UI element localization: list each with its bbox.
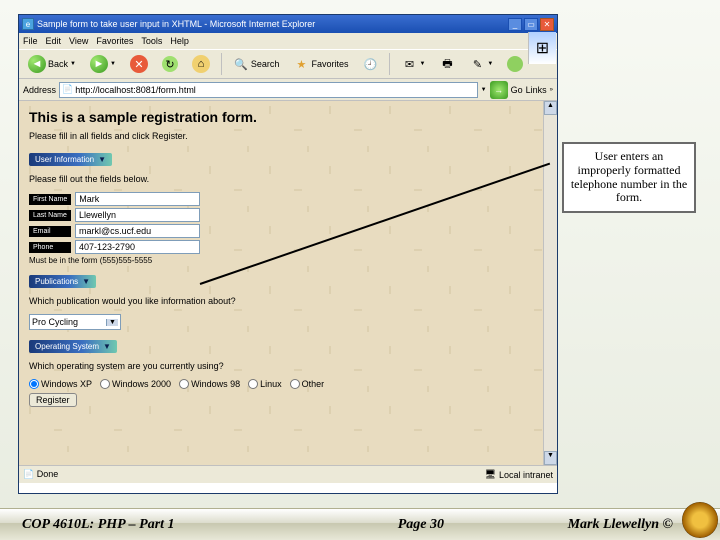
label-email: Email <box>29 226 71 237</box>
vertical-scrollbar[interactable]: ▲ ▼ <box>543 101 557 465</box>
address-url: http://localhost:8081/form.html <box>75 85 196 95</box>
os-radio-linux[interactable]: Linux <box>248 379 282 389</box>
refresh-button[interactable]: ↻ <box>157 53 183 75</box>
ucf-logo-icon <box>682 502 718 538</box>
publication-question: Which publication would you like informa… <box>29 296 547 306</box>
print-button[interactable]: 🖶 <box>434 53 460 75</box>
menu-view[interactable]: View <box>69 36 88 46</box>
register-button[interactable]: Register <box>29 393 77 407</box>
os-radio-98[interactable]: Windows 98 <box>179 379 240 389</box>
label-first-name: First Name <box>29 194 71 205</box>
titlebar: e Sample form to take user input in XHTM… <box>19 15 557 33</box>
search-button[interactable]: 🔍Search <box>228 53 285 75</box>
page-icon: 📄 <box>62 84 73 95</box>
links-expand-icon[interactable]: » <box>550 87 553 93</box>
favorites-button[interactable]: ★Favorites <box>288 53 353 75</box>
scroll-up-icon[interactable]: ▲ <box>544 101 557 115</box>
menubar: File Edit View Favorites Tools Help ⊞ <box>19 33 557 49</box>
window-title: Sample form to take user input in XHTML … <box>37 19 508 29</box>
status-right: 🖥Local intranet <box>485 469 553 480</box>
content-area: This is a sample registration form. Plea… <box>19 101 557 465</box>
page-body: This is a sample registration form. Plea… <box>19 101 557 465</box>
home-button[interactable]: ⌂ <box>187 52 215 76</box>
section-user-info: User Information▼ <box>29 153 112 166</box>
minimize-button[interactable]: _ <box>508 18 522 31</box>
address-label: Address <box>23 85 56 95</box>
page-heading: This is a sample registration form. <box>29 109 547 125</box>
go-button[interactable]: → <box>490 81 508 99</box>
annotation-callout: User enters an improperly formatted tele… <box>562 142 696 213</box>
section-os: Operating System▼ <box>29 340 117 353</box>
os-radio-xp[interactable]: Windows XP <box>29 379 92 389</box>
go-label: Go <box>511 85 523 95</box>
done-icon: 📄 <box>23 469 34 479</box>
address-bar: Address 📄 http://localhost:8081/form.htm… <box>19 79 557 101</box>
windows-logo-icon: ⊞ <box>528 32 556 64</box>
fill-hint: Please fill out the fields below. <box>29 174 547 184</box>
maximize-button[interactable]: ▭ <box>524 18 538 31</box>
slide-footer: COP 4610L: PHP – Part 1 Page 30 Mark Lle… <box>0 508 720 540</box>
label-phone: Phone <box>29 242 71 253</box>
footer-left: COP 4610L: PHP – Part 1 <box>0 517 321 533</box>
chevron-down-icon: ▼ <box>103 342 111 351</box>
os-radio-other[interactable]: Other <box>290 379 325 389</box>
menu-help[interactable]: Help <box>170 36 189 46</box>
close-button[interactable]: ✕ <box>540 18 554 31</box>
links-label[interactable]: Links <box>526 85 547 95</box>
menu-edit[interactable]: Edit <box>46 36 62 46</box>
address-dropdown-icon[interactable]: ▼ <box>481 87 487 93</box>
menu-tools[interactable]: Tools <box>141 36 162 46</box>
history-button[interactable]: 🕘 <box>357 53 383 75</box>
email-input[interactable] <box>75 224 200 238</box>
forward-button[interactable]: ►▼ <box>85 52 121 76</box>
last-name-input[interactable] <box>75 208 200 222</box>
chevron-down-icon: ▼ <box>98 155 106 164</box>
first-name-input[interactable] <box>75 192 200 206</box>
zone-icon: 🖥 <box>485 469 496 480</box>
chevron-down-icon: ▼ <box>82 277 90 286</box>
phone-format-hint: Must be in the form (555)555-5555 <box>29 256 547 265</box>
stop-button[interactable]: ✕ <box>125 52 153 76</box>
os-radio-2000[interactable]: Windows 2000 <box>100 379 171 389</box>
back-button[interactable]: ◄Back▼ <box>23 52 81 76</box>
status-left: 📄 Done <box>23 469 58 480</box>
footer-mid: Page 30 <box>321 517 520 533</box>
publication-select[interactable]: Pro Cycling▼ <box>29 314 121 330</box>
messenger-button[interactable] <box>502 53 528 75</box>
mail-button[interactable]: ✉▼ <box>396 53 430 75</box>
label-last-name: Last Name <box>29 210 71 221</box>
menu-favorites[interactable]: Favorites <box>96 36 133 46</box>
menu-file[interactable]: File <box>23 36 38 46</box>
dropdown-caret-icon: ▼ <box>106 319 118 326</box>
os-question: Which operating system are you currently… <box>29 361 547 371</box>
toolbar: ◄Back▼ ►▼ ✕ ↻ ⌂ 🔍Search ★Favorites 🕘 ✉▼ … <box>19 49 557 79</box>
page-instruction: Please fill in all fields and click Regi… <box>29 131 547 141</box>
edit-button[interactable]: ✎▼ <box>464 53 498 75</box>
ie-icon: e <box>22 18 34 30</box>
os-radio-group: Windows XP Windows 2000 Windows 98 Linux… <box>29 379 547 389</box>
phone-input[interactable] <box>75 240 200 254</box>
status-bar: 📄 Done 🖥Local intranet <box>19 465 557 483</box>
section-publications: Publications▼ <box>29 275 96 288</box>
scroll-down-icon[interactable]: ▼ <box>544 451 557 465</box>
address-input[interactable]: 📄 http://localhost:8081/form.html <box>59 82 478 98</box>
